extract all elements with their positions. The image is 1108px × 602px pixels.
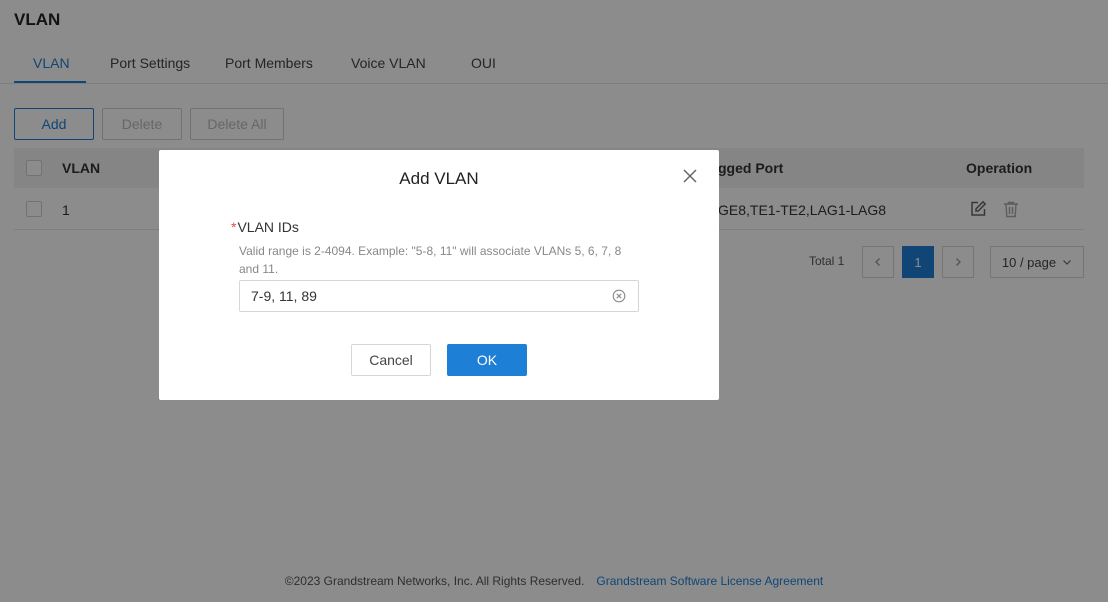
vlan-ids-help-text: Valid range is 2-4094. Example: "5-8, 11…: [239, 244, 622, 276]
vlan-ids-label: *VLAN IDs: [231, 219, 299, 235]
close-icon[interactable]: [681, 167, 699, 185]
ok-button[interactable]: OK: [447, 344, 527, 376]
clear-input-icon[interactable]: [612, 289, 626, 303]
dialog-title: Add VLAN: [399, 169, 479, 188]
vlan-ids-input[interactable]: [251, 281, 601, 311]
vlan-ids-field[interactable]: [239, 280, 639, 312]
required-mark: *: [231, 219, 237, 235]
vlan-ids-label-text: VLAN IDs: [237, 219, 299, 235]
add-vlan-dialog: Add VLAN *VLAN IDs Valid range is 2-4094…: [159, 150, 719, 400]
cancel-button[interactable]: Cancel: [351, 344, 431, 376]
